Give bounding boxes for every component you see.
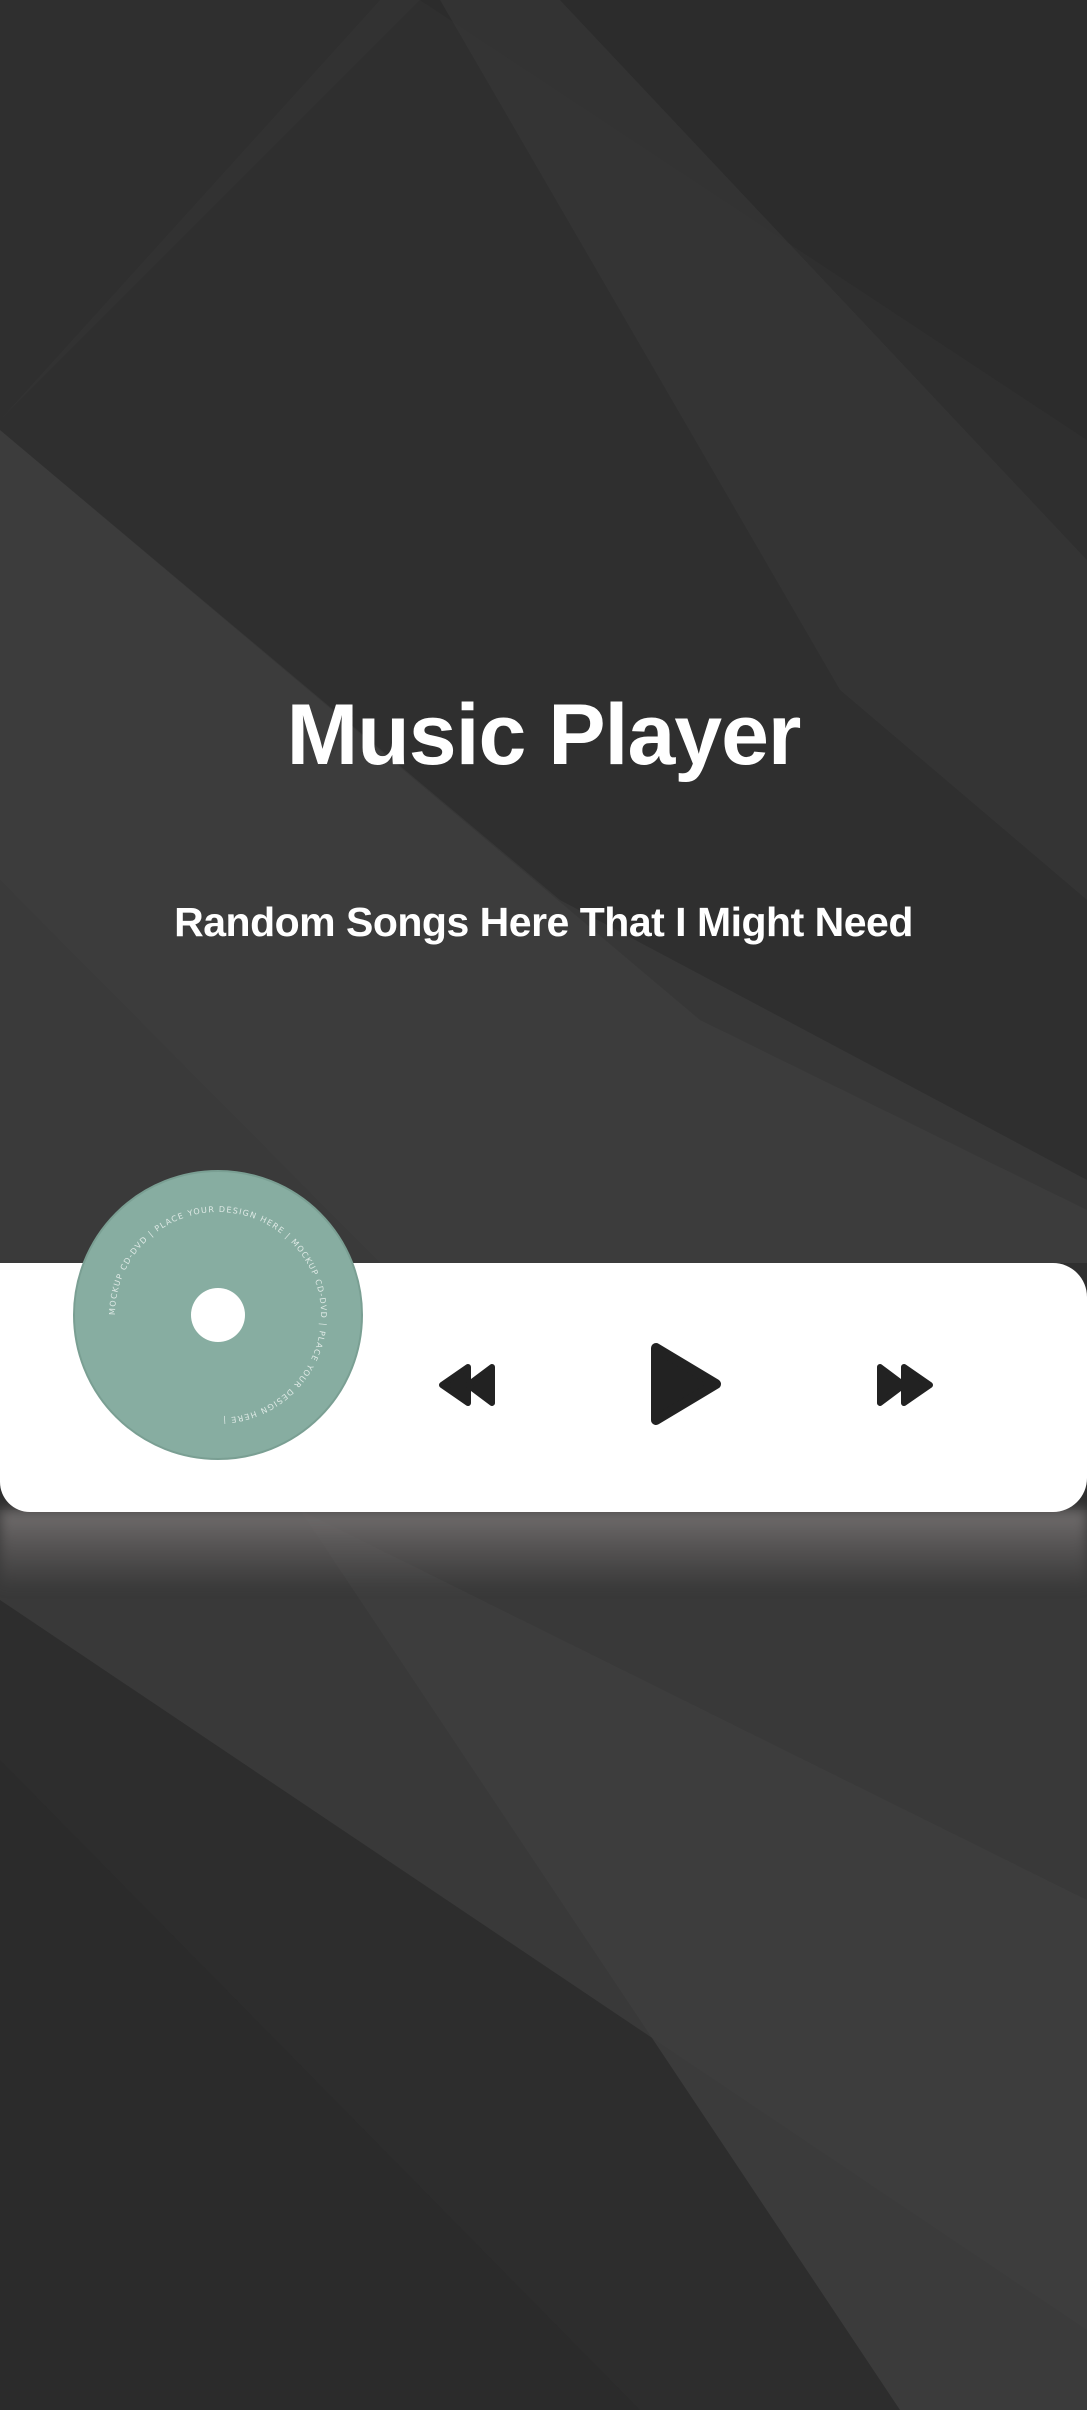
play-button[interactable]	[648, 1342, 722, 1426]
play-icon	[651, 1343, 721, 1425]
rewind-icon	[439, 1364, 495, 1406]
page-title: Music Player	[286, 687, 802, 783]
page-subtitle: Random Songs Here That I Might Need	[174, 899, 913, 945]
previous-button[interactable]	[438, 1363, 498, 1407]
fast-forward-icon	[877, 1364, 933, 1406]
next-button[interactable]	[874, 1363, 934, 1407]
cd-disc-icon: MOCKUP CD-DVD | PLACE YOUR DESIGN HERE |…	[73, 1170, 363, 1460]
player-shadow	[0, 1510, 1087, 1590]
